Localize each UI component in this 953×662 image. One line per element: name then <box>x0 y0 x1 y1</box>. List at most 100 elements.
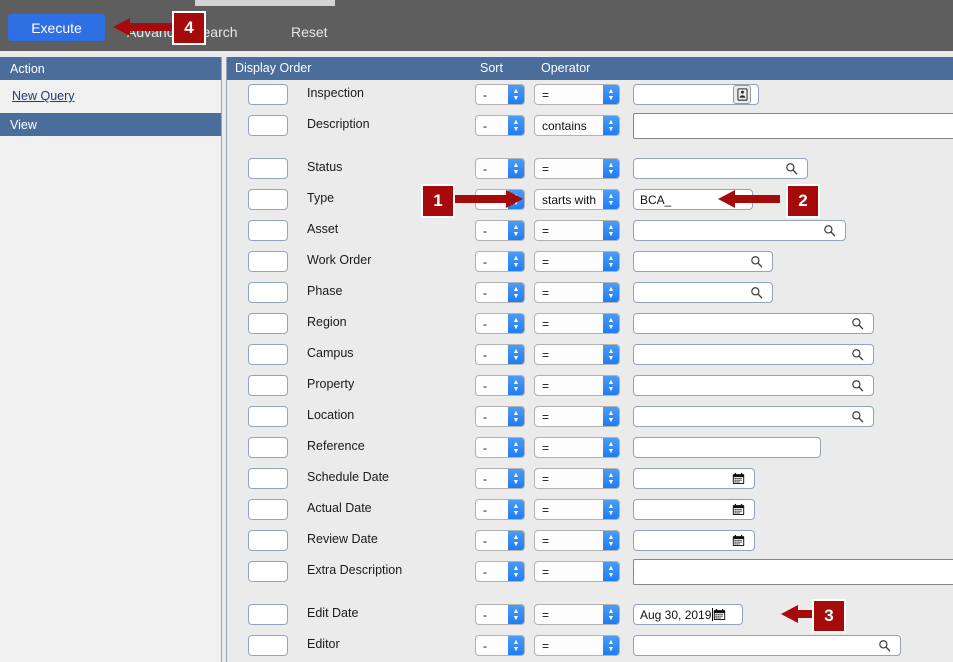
sort-select-region[interactable]: - ▲ ▼ <box>475 313 525 334</box>
display-order-input-extra-description[interactable] <box>248 561 288 582</box>
stepper-icon[interactable]: ▲▼ <box>603 221 619 240</box>
sort-select-phase[interactable]: - ▲ ▼ <box>475 282 525 303</box>
stepper-icon[interactable]: ▲▼ <box>603 562 619 581</box>
operator-select-property[interactable]: = ▲ ▼ <box>534 375 620 396</box>
operator-select-extra-description[interactable]: = ▲ ▼ <box>534 561 620 582</box>
display-order-input-description[interactable] <box>248 115 288 136</box>
sort-select-description[interactable]: - ▲ ▼ <box>475 115 525 136</box>
stepper-icon[interactable]: ▲▼ <box>603 283 619 302</box>
display-order-input-inspection[interactable] <box>248 84 288 105</box>
stepper-icon[interactable]: ▲▼ <box>603 116 619 135</box>
stepper-icon[interactable]: ▲▼ <box>603 345 619 364</box>
value-input-property[interactable] <box>633 375 874 396</box>
operator-select-asset[interactable]: = ▲ ▼ <box>534 220 620 241</box>
display-order-input-work-order[interactable] <box>248 251 288 272</box>
stepper-icon[interactable]: ▲▼ <box>508 283 524 302</box>
stepper-icon[interactable]: ▲▼ <box>508 531 524 550</box>
display-order-input-asset[interactable] <box>248 220 288 241</box>
sort-select-extra-description[interactable]: - ▲ ▼ <box>475 561 525 582</box>
stepper-icon[interactable]: ▲▼ <box>508 314 524 333</box>
calendar-icon[interactable] <box>713 608 735 621</box>
operator-select-actual-date[interactable]: = ▲ ▼ <box>534 499 620 520</box>
stepper-icon[interactable]: ▲▼ <box>508 500 524 519</box>
value-input-edit-date[interactable]: Aug 30, 2019 <box>633 604 743 625</box>
display-order-input-editor[interactable] <box>248 635 288 656</box>
operator-select-review-date[interactable]: = ▲ ▼ <box>534 530 620 551</box>
stepper-icon[interactable]: ▲▼ <box>508 636 524 655</box>
display-order-input-phase[interactable] <box>248 282 288 303</box>
operator-select-location[interactable]: = ▲ ▼ <box>534 406 620 427</box>
stepper-icon[interactable]: ▲▼ <box>603 531 619 550</box>
sort-select-edit-date[interactable]: - ▲ ▼ <box>475 604 525 625</box>
stepper-icon[interactable]: ▲▼ <box>508 221 524 240</box>
value-input-region[interactable] <box>633 313 874 334</box>
operator-select-inspection[interactable]: = ▲ ▼ <box>534 84 620 105</box>
display-order-input-campus[interactable] <box>248 344 288 365</box>
stepper-icon[interactable]: ▲▼ <box>603 376 619 395</box>
stepper-icon[interactable]: ▲▼ <box>603 500 619 519</box>
operator-select-edit-date[interactable]: = ▲ ▼ <box>534 604 620 625</box>
stepper-icon[interactable]: ▲▼ <box>508 252 524 271</box>
operator-select-work-order[interactable]: = ▲ ▼ <box>534 251 620 272</box>
sort-select-reference[interactable]: - ▲ ▼ <box>475 437 525 458</box>
display-order-input-status[interactable] <box>248 158 288 179</box>
value-input-actual-date[interactable] <box>633 499 755 520</box>
stepper-icon[interactable]: ▲▼ <box>508 159 524 178</box>
value-input-review-date[interactable] <box>633 530 755 551</box>
stepper-icon[interactable]: ▲▼ <box>603 469 619 488</box>
operator-select-region[interactable]: = ▲ ▼ <box>534 313 620 334</box>
stepper-icon[interactable]: ▲▼ <box>603 407 619 426</box>
display-order-input-edit-date[interactable] <box>248 604 288 625</box>
sort-select-property[interactable]: - ▲ ▼ <box>475 375 525 396</box>
reset-link[interactable]: Reset <box>291 24 328 40</box>
value-input-status[interactable] <box>633 158 808 179</box>
stepper-icon[interactable]: ▲▼ <box>508 407 524 426</box>
sort-select-asset[interactable]: - ▲ ▼ <box>475 220 525 241</box>
stepper-icon[interactable]: ▲▼ <box>603 314 619 333</box>
sort-select-schedule-date[interactable]: - ▲ ▼ <box>475 468 525 489</box>
calendar-icon[interactable] <box>732 503 754 516</box>
operator-select-description[interactable]: contains ▲ ▼ <box>534 115 620 136</box>
record-picker-button-inspection[interactable] <box>733 85 751 104</box>
display-order-input-location[interactable] <box>248 406 288 427</box>
sort-select-location[interactable]: - ▲ ▼ <box>475 406 525 427</box>
stepper-icon[interactable]: ▲▼ <box>508 376 524 395</box>
operator-select-schedule-date[interactable]: = ▲ ▼ <box>534 468 620 489</box>
operator-select-type[interactable]: starts with ▲ ▼ <box>534 189 620 210</box>
value-input-work-order[interactable] <box>633 251 773 272</box>
value-input-extra-description[interactable] <box>633 559 953 585</box>
operator-select-campus[interactable]: = ▲ ▼ <box>534 344 620 365</box>
value-input-editor[interactable] <box>633 635 901 656</box>
sort-select-actual-date[interactable]: - ▲ ▼ <box>475 499 525 520</box>
stepper-icon[interactable]: ▲▼ <box>603 605 619 624</box>
display-order-input-schedule-date[interactable] <box>248 468 288 489</box>
display-order-input-reference[interactable] <box>248 437 288 458</box>
stepper-icon[interactable]: ▲▼ <box>508 116 524 135</box>
value-input-description[interactable] <box>633 113 953 139</box>
search-icon[interactable] <box>851 317 873 330</box>
search-icon[interactable] <box>823 224 845 237</box>
sidebar-item-new-query[interactable]: New Query <box>0 80 221 113</box>
value-input-asset[interactable] <box>633 220 846 241</box>
stepper-icon[interactable]: ▲▼ <box>508 605 524 624</box>
stepper-icon[interactable]: ▲▼ <box>603 252 619 271</box>
stepper-icon[interactable]: ▲▼ <box>603 190 619 209</box>
operator-select-phase[interactable]: = ▲ ▼ <box>534 282 620 303</box>
value-input-location[interactable] <box>633 406 874 427</box>
stepper-icon[interactable]: ▲▼ <box>603 85 619 104</box>
search-icon[interactable] <box>785 162 807 175</box>
search-icon[interactable] <box>750 255 772 268</box>
stepper-icon[interactable]: ▲▼ <box>508 345 524 364</box>
value-input-reference[interactable] <box>633 437 821 458</box>
stepper-icon[interactable]: ▲▼ <box>508 438 524 457</box>
stepper-icon[interactable]: ▲▼ <box>508 469 524 488</box>
sort-select-work-order[interactable]: - ▲ ▼ <box>475 251 525 272</box>
search-icon[interactable] <box>851 379 873 392</box>
stepper-icon[interactable]: ▲▼ <box>603 438 619 457</box>
value-input-phase[interactable] <box>633 282 773 303</box>
display-order-input-region[interactable] <box>248 313 288 334</box>
stepper-icon[interactable]: ▲▼ <box>603 636 619 655</box>
operator-select-editor[interactable]: = ▲ ▼ <box>534 635 620 656</box>
search-icon[interactable] <box>851 410 873 423</box>
sort-select-review-date[interactable]: - ▲ ▼ <box>475 530 525 551</box>
